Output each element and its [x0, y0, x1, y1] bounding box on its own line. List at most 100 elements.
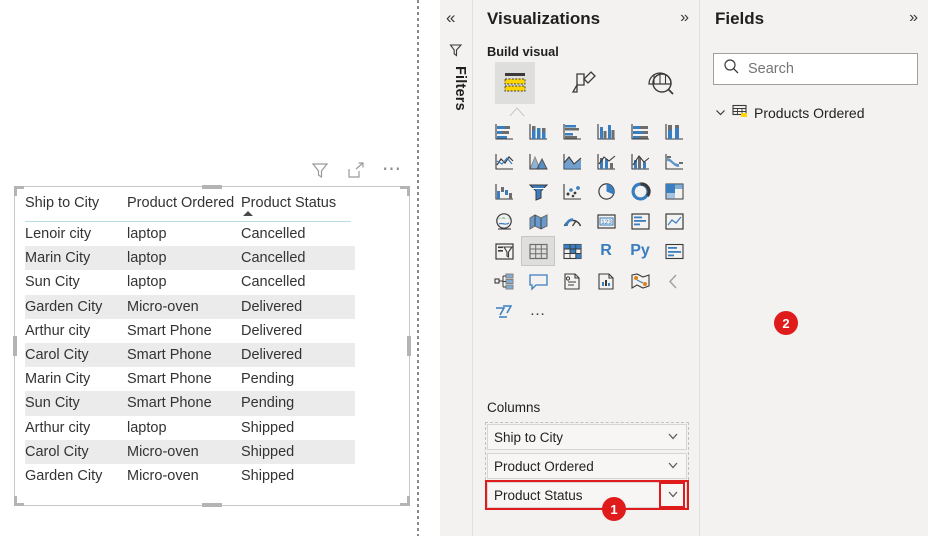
viz-type-filled-map[interactable] — [521, 206, 555, 236]
viz-type-decomposition-tree[interactable] — [487, 266, 521, 296]
viz-type-slicer[interactable] — [487, 236, 521, 266]
viz-type-100-percent-stacked-column-chart[interactable] — [657, 116, 691, 146]
table-row[interactable]: Lenoir city laptop Cancelled — [25, 222, 355, 246]
field-tree-node-products-ordered[interactable]: Products Ordered — [715, 104, 865, 121]
column-header-product-status[interactable]: Product Status — [241, 195, 355, 216]
resize-handle-bottom[interactable] — [202, 503, 222, 507]
viz-type-matrix[interactable] — [555, 236, 589, 266]
viz-type-map[interactable] — [487, 206, 521, 236]
annotation-badge-2: 2 — [774, 311, 798, 335]
table-row[interactable]: Carol City Smart Phone Delivered — [25, 342, 355, 368]
viz-type-multi-row-card[interactable] — [623, 206, 657, 236]
columns-well-list[interactable]: Ship to City Product Ordered Product Statu… — [485, 422, 689, 510]
resize-handle-left[interactable] — [13, 336, 17, 356]
viz-type-scatter-chart[interactable] — [555, 176, 589, 206]
field-well-label: Ship to City — [494, 429, 564, 445]
viz-type-q-and-a[interactable] — [521, 266, 555, 296]
fields-search-box[interactable] — [713, 53, 918, 85]
viz-type-pie-chart[interactable] — [589, 176, 623, 206]
table-row[interactable]: Carol City Micro-oven Shipped — [25, 439, 355, 464]
field-well-ship-to-city[interactable]: Ship to City — [487, 424, 687, 450]
viz-type-r-script-visual[interactable]: R — [589, 236, 623, 266]
fields-expand-icon[interactable]: » — [909, 9, 918, 27]
viz-type-donut-chart[interactable] — [623, 176, 657, 206]
visualizations-expand-icon[interactable]: » — [680, 9, 689, 27]
data-table: Ship to City Product Ordered Product Sta… — [25, 195, 355, 488]
table-cell: Sun City — [25, 274, 80, 291]
focus-mode-icon[interactable] — [346, 160, 366, 180]
viz-type-smart-narrative[interactable] — [555, 266, 589, 296]
viz-type-gauge[interactable] — [555, 206, 589, 236]
field-well-product-status[interactable]: Product Status — [485, 480, 689, 510]
chevron-down-icon[interactable] — [715, 105, 726, 121]
viz-type-python-visual[interactable]: Py — [623, 236, 657, 266]
table-cell: Delivered — [241, 298, 303, 315]
viz-type-arcgis-map[interactable] — [623, 266, 657, 296]
table-row[interactable]: Arthur city laptop Shipped — [25, 416, 355, 440]
more-options-icon[interactable]: ⋯ — [382, 160, 403, 179]
table-row[interactable]: Marin City Smart Phone Pending — [25, 367, 355, 391]
tab-format-visual[interactable] — [557, 62, 611, 104]
table-cell: Arthur city — [25, 419, 91, 436]
table-row[interactable]: Sun City laptop Cancelled — [25, 270, 355, 294]
table-cell: Lenoir city — [25, 226, 92, 243]
viz-type-card[interactable]: 123 — [589, 206, 623, 236]
field-well-chevron-down-icon[interactable] — [666, 429, 680, 446]
table-cell: Pending — [241, 371, 295, 388]
column-header-product-status-label: Product Status — [241, 195, 337, 211]
table-cell: Cancelled — [241, 226, 306, 243]
resize-handle-right[interactable] — [407, 336, 411, 356]
viz-type-line-and-clustered-column-chart[interactable] — [623, 146, 657, 176]
viz-type-waterfall-chart[interactable] — [487, 176, 521, 206]
viz-type-clustered-bar-chart[interactable] — [555, 116, 589, 146]
column-header-product-ordered[interactable]: Product Ordered — [127, 195, 241, 211]
resize-handle-top-left[interactable] — [14, 186, 24, 196]
table-row[interactable]: Garden City Micro-oven Delivered — [25, 294, 355, 319]
viz-type-line-chart[interactable] — [487, 146, 521, 176]
table-row[interactable]: Garden City Micro-oven Shipped — [25, 464, 355, 488]
viz-type-clustered-column-chart[interactable] — [589, 116, 623, 146]
viz-type-line-and-stacked-column-chart[interactable] — [589, 146, 623, 176]
tab-analytics[interactable] — [633, 62, 687, 104]
column-header-ship-to-city[interactable]: Ship to City — [25, 195, 127, 211]
viz-type-area-chart[interactable] — [521, 146, 555, 176]
viz-type-more-options[interactable]: … — [521, 296, 555, 326]
table-body: Lenoir city laptop Cancelled Marin City lapt… — [25, 222, 355, 488]
viz-type-key-influencers[interactable] — [657, 236, 691, 266]
viz-type-treemap[interactable] — [657, 176, 691, 206]
table-cell: Smart Phone — [127, 371, 212, 388]
viz-type-funnel-chart[interactable] — [521, 176, 555, 206]
filters-rail[interactable]: « Filters — [440, 0, 473, 536]
filter-icon[interactable] — [310, 160, 330, 180]
table-row[interactable]: Sun City Smart Phone Pending — [25, 391, 355, 416]
field-node-label: Products Ordered — [754, 104, 865, 121]
field-well-chevron-down-icon[interactable] — [666, 458, 680, 475]
search-input[interactable] — [748, 61, 888, 77]
visualization-type-gallery[interactable]: 123 R Py … — [487, 116, 692, 326]
table-row[interactable]: Marin City laptop Cancelled — [25, 246, 355, 271]
visualizations-panel: Visualizations » Build visual 123 R Py …… — [473, 0, 700, 536]
collapse-chevron-icon[interactable]: « — [446, 8, 455, 28]
resize-handle-top-right[interactable] — [400, 186, 410, 196]
resize-handle-top[interactable] — [202, 185, 222, 189]
viz-type-stacked-area-chart[interactable] — [555, 146, 589, 176]
field-well-label: Product Ordered — [494, 458, 594, 474]
resize-handle-bottom-left[interactable] — [14, 496, 24, 506]
table-cell: Delivered — [241, 322, 303, 339]
table-visual-container[interactable]: Ship to City Product Ordered Product Sta… — [13, 185, 411, 507]
viz-type-kpi[interactable] — [657, 206, 691, 236]
table-cell: Arthur city — [25, 322, 91, 339]
viz-type-paginated-report[interactable] — [589, 266, 623, 296]
viz-type-stacked-column-chart[interactable] — [521, 116, 555, 146]
resize-handle-bottom-right[interactable] — [400, 496, 410, 506]
table-row[interactable]: Arthur city Smart Phone Delivered — [25, 319, 355, 343]
viz-type-100-percent-stacked-bar-chart[interactable] — [623, 116, 657, 146]
report-canvas[interactable]: ⋯ Ship to City Product Ordered Product S… — [0, 0, 418, 536]
field-well-product-ordered[interactable]: Product Ordered — [487, 453, 687, 479]
viz-type-table[interactable] — [521, 236, 555, 266]
viz-type-get-more-visuals[interactable] — [657, 266, 691, 296]
viz-type-stacked-bar-chart[interactable] — [487, 116, 521, 146]
viz-type-ribbon-chart[interactable] — [657, 146, 691, 176]
viz-type-power-automate-visual[interactable] — [487, 296, 521, 326]
tab-build-visual[interactable] — [495, 62, 536, 104]
